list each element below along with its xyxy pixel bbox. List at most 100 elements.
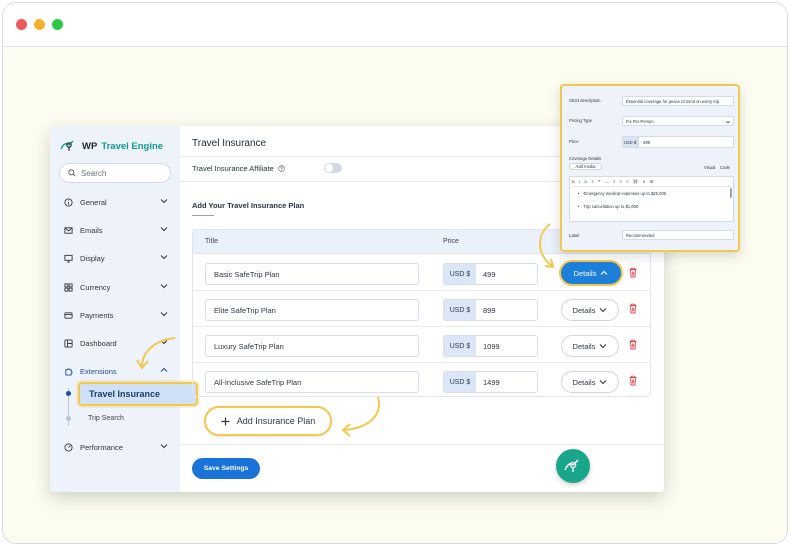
sidebar-item-label: Extensions [80,366,117,376]
coverage-editor[interactable]: B I U ≡ ❝ — ≡ ≡ ≡ ⛓ ✕ ⊞ Emergency medica… [569,176,734,222]
column-header-price: Price [443,238,459,245]
sidebar-item-label: Performance [80,442,123,452]
trash-icon[interactable] [628,375,638,386]
chevron-down-icon [160,284,168,289]
sidebar-item-label: Dashboard [80,338,117,348]
plan-title-input[interactable]: Basic SafeTrip Plan [205,263,419,285]
price-label: Price [569,139,579,144]
sidebar-item-payments[interactable]: Payments [64,308,168,322]
column-header-title: Title [205,238,218,245]
chevron-up-icon [601,270,608,275]
plus-icon [221,417,230,425]
puzzle-icon [65,367,73,376]
coverage-details-label: Coverage Details [569,156,602,161]
details-label: Details [573,268,597,278]
details-label: Details [572,341,596,351]
sidebar-item-display[interactable]: Display [64,251,168,265]
minimize-window-dot[interactable] [34,19,45,30]
coverage-bullet: Emergency medical expenses up to $25,000 [578,191,666,196]
trash-icon[interactable] [628,303,638,314]
add-insurance-plan-button[interactable]: Add Insurance Plan [204,406,332,436]
toolbar-divider [572,186,732,187]
add-plan-label: Add Insurance Plan [236,416,316,426]
trash-icon[interactable] [628,267,638,278]
monitor-icon [64,254,73,263]
logo: WP Travel Engine [60,136,163,156]
affiliate-toggle[interactable] [324,163,342,173]
sidebar-item-emails[interactable]: Emails [64,223,168,237]
plan-title-input[interactable]: Luxury SafeTrip Plan [205,335,419,357]
plan-details-popup: Short description Essential coverage for… [560,84,740,252]
pricing-type-label: Pricing Type [569,118,592,123]
sidebar-item-general[interactable]: General [64,195,168,209]
table-row: Luxury SafeTrip Plan USD $ 1099 Details [193,327,650,363]
details-button[interactable]: Details [561,299,619,321]
details-label: Details [572,305,596,315]
currency-prefix: USD $ [444,264,476,284]
sidebar-item-extensions[interactable]: Extensions [64,364,168,378]
popup-currency-prefix: USD $ [622,136,638,148]
sidebar-item-label: Currency [80,282,111,292]
visual-tab[interactable]: Visual [704,165,715,170]
save-settings-button[interactable]: Save Settings [192,458,260,479]
currency-prefix: USD $ [444,336,476,356]
logo-brand: Travel Engine [101,140,164,152]
code-tab[interactable]: Code [720,165,730,170]
search-placeholder: Search [81,168,107,178]
sidebar-subitem-trip-search[interactable]: Trip Search [88,415,124,422]
dashboard-icon [64,338,73,348]
coverage-bullet: Trip cancellation up to $1,000 [578,204,638,209]
currency-prefix: USD $ [444,300,476,320]
details-button[interactable]: Details [561,371,619,393]
mail-icon [64,226,73,234]
table-row: Elite SafeTrip Plan USD $ 899 Details [193,291,650,327]
editor-toolbar[interactable]: B I U ≡ ❝ — ≡ ≡ ≡ ⛓ ✕ ⊞ [572,179,730,184]
label-field-label: Label [569,233,580,238]
sidebar-item-performance[interactable]: Performance [64,440,168,454]
editor-scrollbar[interactable] [730,188,732,198]
plan-title-input[interactable]: Elite SafeTrip Plan [205,299,419,321]
label-input[interactable]: Recommended [622,230,734,240]
add-media-button[interactable]: Add media [569,163,602,170]
plan-price-input[interactable]: USD $ 899 [443,299,538,321]
close-window-dot[interactable] [16,19,27,30]
maximize-window-dot[interactable] [52,19,63,30]
plan-price-input[interactable]: USD $ 499 [443,263,538,285]
sidebar-item-currency[interactable]: Currency [64,280,168,294]
card-icon [64,311,73,319]
help-fab-button[interactable] [556,449,590,483]
insurance-plan-table: Title Price Basic SafeTrip Plan USD $ 49… [192,229,651,397]
short-description-label: Short description [569,98,601,103]
sidebar-item-label: Payments [80,310,114,320]
plan-price-input[interactable]: USD $ 1499 [443,371,538,393]
gauge-icon [64,442,73,452]
plan-title-input[interactable]: All-Inclusive SafeTrip Plan [205,371,419,393]
sidebar-item-dashboard[interactable]: Dashboard [64,336,168,350]
short-description-input[interactable]: Essential coverage for peace of mind on … [622,96,734,106]
trash-icon[interactable] [628,339,638,350]
divider [180,444,664,445]
chevron-down-icon [160,312,168,317]
chevron-down-icon [160,199,168,204]
search-input[interactable]: Search [59,163,171,183]
chevron-down-icon [600,380,607,385]
chevron-down-icon [600,308,607,313]
popup-price-input[interactable]: 499 [638,136,734,148]
affiliate-setting: Travel Insurance Affiliate [192,164,285,173]
help-icon[interactable] [277,165,285,172]
table-row: Basic SafeTrip Plan USD $ 499 Details [193,255,650,291]
plan-price-input[interactable]: USD $ 1099 [443,335,538,357]
price-value: 899 [483,305,496,315]
chevron-down-icon [726,120,730,124]
details-button[interactable]: Details [559,260,623,286]
chevron-down-icon [160,340,168,345]
logo-icon [60,140,74,151]
search-icon [68,169,76,177]
details-button[interactable]: Details [561,335,619,357]
sidebar-item-label: General [80,197,107,207]
sidebar: WP Travel Engine Search General Emails D… [50,126,198,492]
sidebar-item-label: Emails [80,225,103,235]
page-title: Travel Insurance [192,138,267,149]
pricing-type-select[interactable]: Fix Per Person [622,116,734,126]
price-value: 1099 [483,341,500,351]
